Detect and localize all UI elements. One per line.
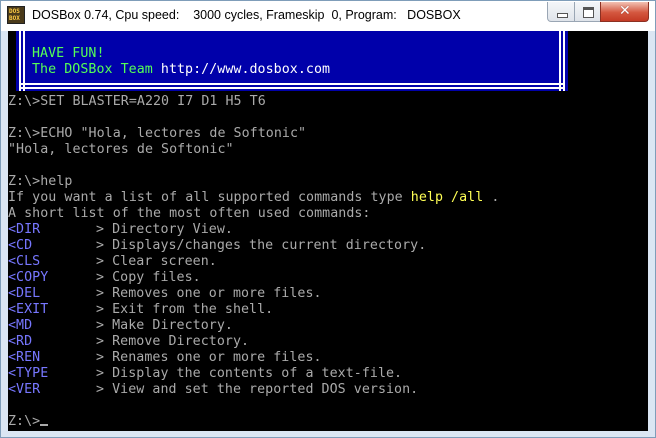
command-row: <DEL > Removes one or more files.: [8, 286, 322, 302]
command-name: <RD: [8, 334, 33, 349]
command-row: <TYPE > Display the contents of a text-fi…: [8, 366, 402, 382]
set-command-line: Z:\>SET BLASTER=A220 I7 D1 H5 T6: [8, 94, 266, 109]
app-icon-label: DOS BOX: [9, 8, 20, 22]
command-name: <COPY: [8, 270, 49, 285]
command-name: <EXIT: [8, 302, 49, 317]
dos-console[interactable]: HAVE FUN! The DOSBox Team http://www.dos…: [8, 31, 648, 431]
echo-command-line: Z:\>ECHO "Hola, lectores de Softonic": [8, 126, 307, 141]
command-desc: > Directory View.: [96, 222, 233, 237]
command-desc: > Exit from the shell.: [96, 302, 274, 317]
command-row: <MD > Make Directory.: [8, 318, 233, 334]
command-name: <DEL: [8, 286, 41, 301]
command-desc: > Removes one or more files.: [96, 286, 322, 301]
dosbox-app-icon[interactable]: DOS BOX: [7, 6, 25, 24]
command-name: <TYPE: [8, 366, 49, 381]
text-cursor: [40, 424, 49, 426]
banner-line-2: The DOSBox Team http://www.dosbox.com: [32, 62, 330, 78]
prompt: Z:\>: [8, 414, 41, 429]
command-desc: > Displays/changes the current directory…: [96, 238, 427, 253]
title-bar[interactable]: DOS BOX DOSBox 0.74, Cpu speed: 3000 cyc…: [1, 1, 655, 31]
banner-have-fun: HAVE FUN!: [32, 46, 105, 61]
command-desc: > View and set the reported DOS version.: [96, 382, 419, 397]
help-intro-post: .: [483, 190, 500, 205]
welcome-banner: HAVE FUN! The DOSBox Team http://www.dos…: [16, 31, 568, 91]
banner-border-right: [559, 31, 565, 91]
command-desc: > Make Directory.: [96, 318, 233, 333]
minimize-icon: [557, 13, 568, 18]
maximize-icon: [583, 7, 594, 18]
command-desc: > Remove Directory.: [96, 334, 250, 349]
command-row: <CD > Displays/changes the current direct…: [8, 238, 426, 254]
command-row: <REN > Renames one or more files.: [8, 350, 322, 366]
banner-border-bottom: [19, 83, 565, 89]
banner-url: http://www.dosbox.com: [160, 62, 331, 77]
command-row: <COPY > Copy files.: [8, 270, 201, 286]
command-desc: > Copy files.: [96, 270, 201, 285]
minimize-button[interactable]: [547, 2, 575, 22]
command-desc: > Clear screen.: [96, 254, 217, 269]
banner-border-left: [19, 31, 25, 91]
dosbox-window: DOS BOX DOSBox 0.74, Cpu speed: 3000 cyc…: [0, 0, 656, 438]
help-all-hint: help /all: [410, 190, 484, 205]
command-name: <MD: [8, 318, 33, 333]
command-name: <CLS: [8, 254, 41, 269]
command-row: <RD > Remove Directory.: [8, 334, 249, 350]
maximize-button[interactable]: [574, 2, 601, 22]
command-row: <EXIT > Exit from the shell.: [8, 302, 273, 318]
window-title: DOSBox 0.74, Cpu speed: 3000 cycles, Fra…: [32, 8, 461, 22]
help-intro-pre: If you want a list of all supported comm…: [8, 190, 411, 205]
banner-team: The DOSBox Team: [32, 62, 161, 77]
echo-output-line: "Hola, lectores de Softonic": [8, 142, 234, 157]
current-prompt-line[interactable]: Z:\>: [8, 414, 49, 430]
command-row: <DIR > Directory View.: [8, 222, 233, 238]
close-icon: ✕: [619, 3, 631, 19]
banner-line-1: HAVE FUN!: [32, 46, 105, 62]
short-list-line: A short list of the most often used comm…: [8, 206, 371, 221]
help-command-line: Z:\>help: [8, 174, 73, 189]
command-row: <CLS > Clear screen.: [8, 254, 217, 270]
command-name: <VER: [8, 382, 41, 397]
command-name: <CD: [8, 238, 33, 253]
command-desc: > Renames one or more files.: [96, 350, 322, 365]
command-name: <REN: [8, 350, 41, 365]
help-intro-line: If you want a list of all supported comm…: [8, 190, 499, 206]
close-button[interactable]: ✕: [600, 2, 649, 22]
command-row: <VER > View and set the reported DOS vers…: [8, 382, 418, 398]
command-name: <DIR: [8, 222, 41, 237]
command-desc: > Display the contents of a text-file.: [96, 366, 403, 381]
